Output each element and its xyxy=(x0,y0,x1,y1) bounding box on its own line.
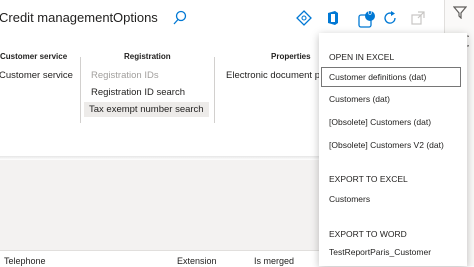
properties-group-header: Properties xyxy=(271,52,311,61)
diamond-icon[interactable] xyxy=(296,10,314,28)
notification-count-badge: 0 xyxy=(368,10,372,17)
registration-id-search-button[interactable]: Registration ID search xyxy=(91,87,185,98)
test-report-paris-customer-item[interactable]: TestReportParis_Customer xyxy=(329,247,431,257)
options-tab[interactable]: Options xyxy=(113,10,158,25)
obsolete-customers-dat-item[interactable]: [Obsolete] Customers (dat) xyxy=(329,117,431,127)
export-to-word-section-title: EXPORT TO WORD xyxy=(329,229,407,239)
obsolete-customers-v2-dat-item[interactable]: [Obsolete] Customers V2 (dat) xyxy=(329,140,444,150)
registration-group-header: Registration xyxy=(124,52,171,61)
column-header-telephone[interactable]: Telephone xyxy=(4,256,46,266)
column-header-extension[interactable]: Extension xyxy=(177,256,217,266)
customers-dat-item[interactable]: Customers (dat) xyxy=(329,94,390,104)
page-title: Credit management xyxy=(0,10,114,25)
open-in-new-window-icon[interactable] xyxy=(410,10,428,28)
export-customers-item[interactable]: Customers xyxy=(329,194,370,204)
office-dropdown-menu: OPEN IN EXCEL Customer definitions (dat)… xyxy=(319,33,467,266)
ribbon-divider xyxy=(214,57,215,123)
ribbon-divider xyxy=(80,57,81,123)
export-to-excel-section-title: EXPORT TO EXCEL xyxy=(329,174,408,184)
refresh-icon[interactable] xyxy=(382,10,400,28)
customer-definitions-dat-item[interactable]: Customer definitions (dat) xyxy=(321,67,461,87)
filter-icon[interactable] xyxy=(452,5,468,24)
electronic-document-properties-button[interactable]: Electronic document pr xyxy=(226,70,323,81)
search-icon[interactable] xyxy=(172,10,190,28)
column-header-is-merged[interactable]: Is merged xyxy=(254,256,294,266)
registration-ids-button[interactable]: Registration IDs xyxy=(91,70,159,81)
customer-service-button[interactable]: Customer service xyxy=(0,70,73,81)
office-icon[interactable] xyxy=(325,10,343,28)
tax-exempt-number-search-button[interactable]: Tax exempt number search xyxy=(84,102,209,117)
customer-service-group-header: Customer service xyxy=(0,52,68,61)
open-in-excel-section-title: OPEN IN EXCEL xyxy=(329,52,395,62)
